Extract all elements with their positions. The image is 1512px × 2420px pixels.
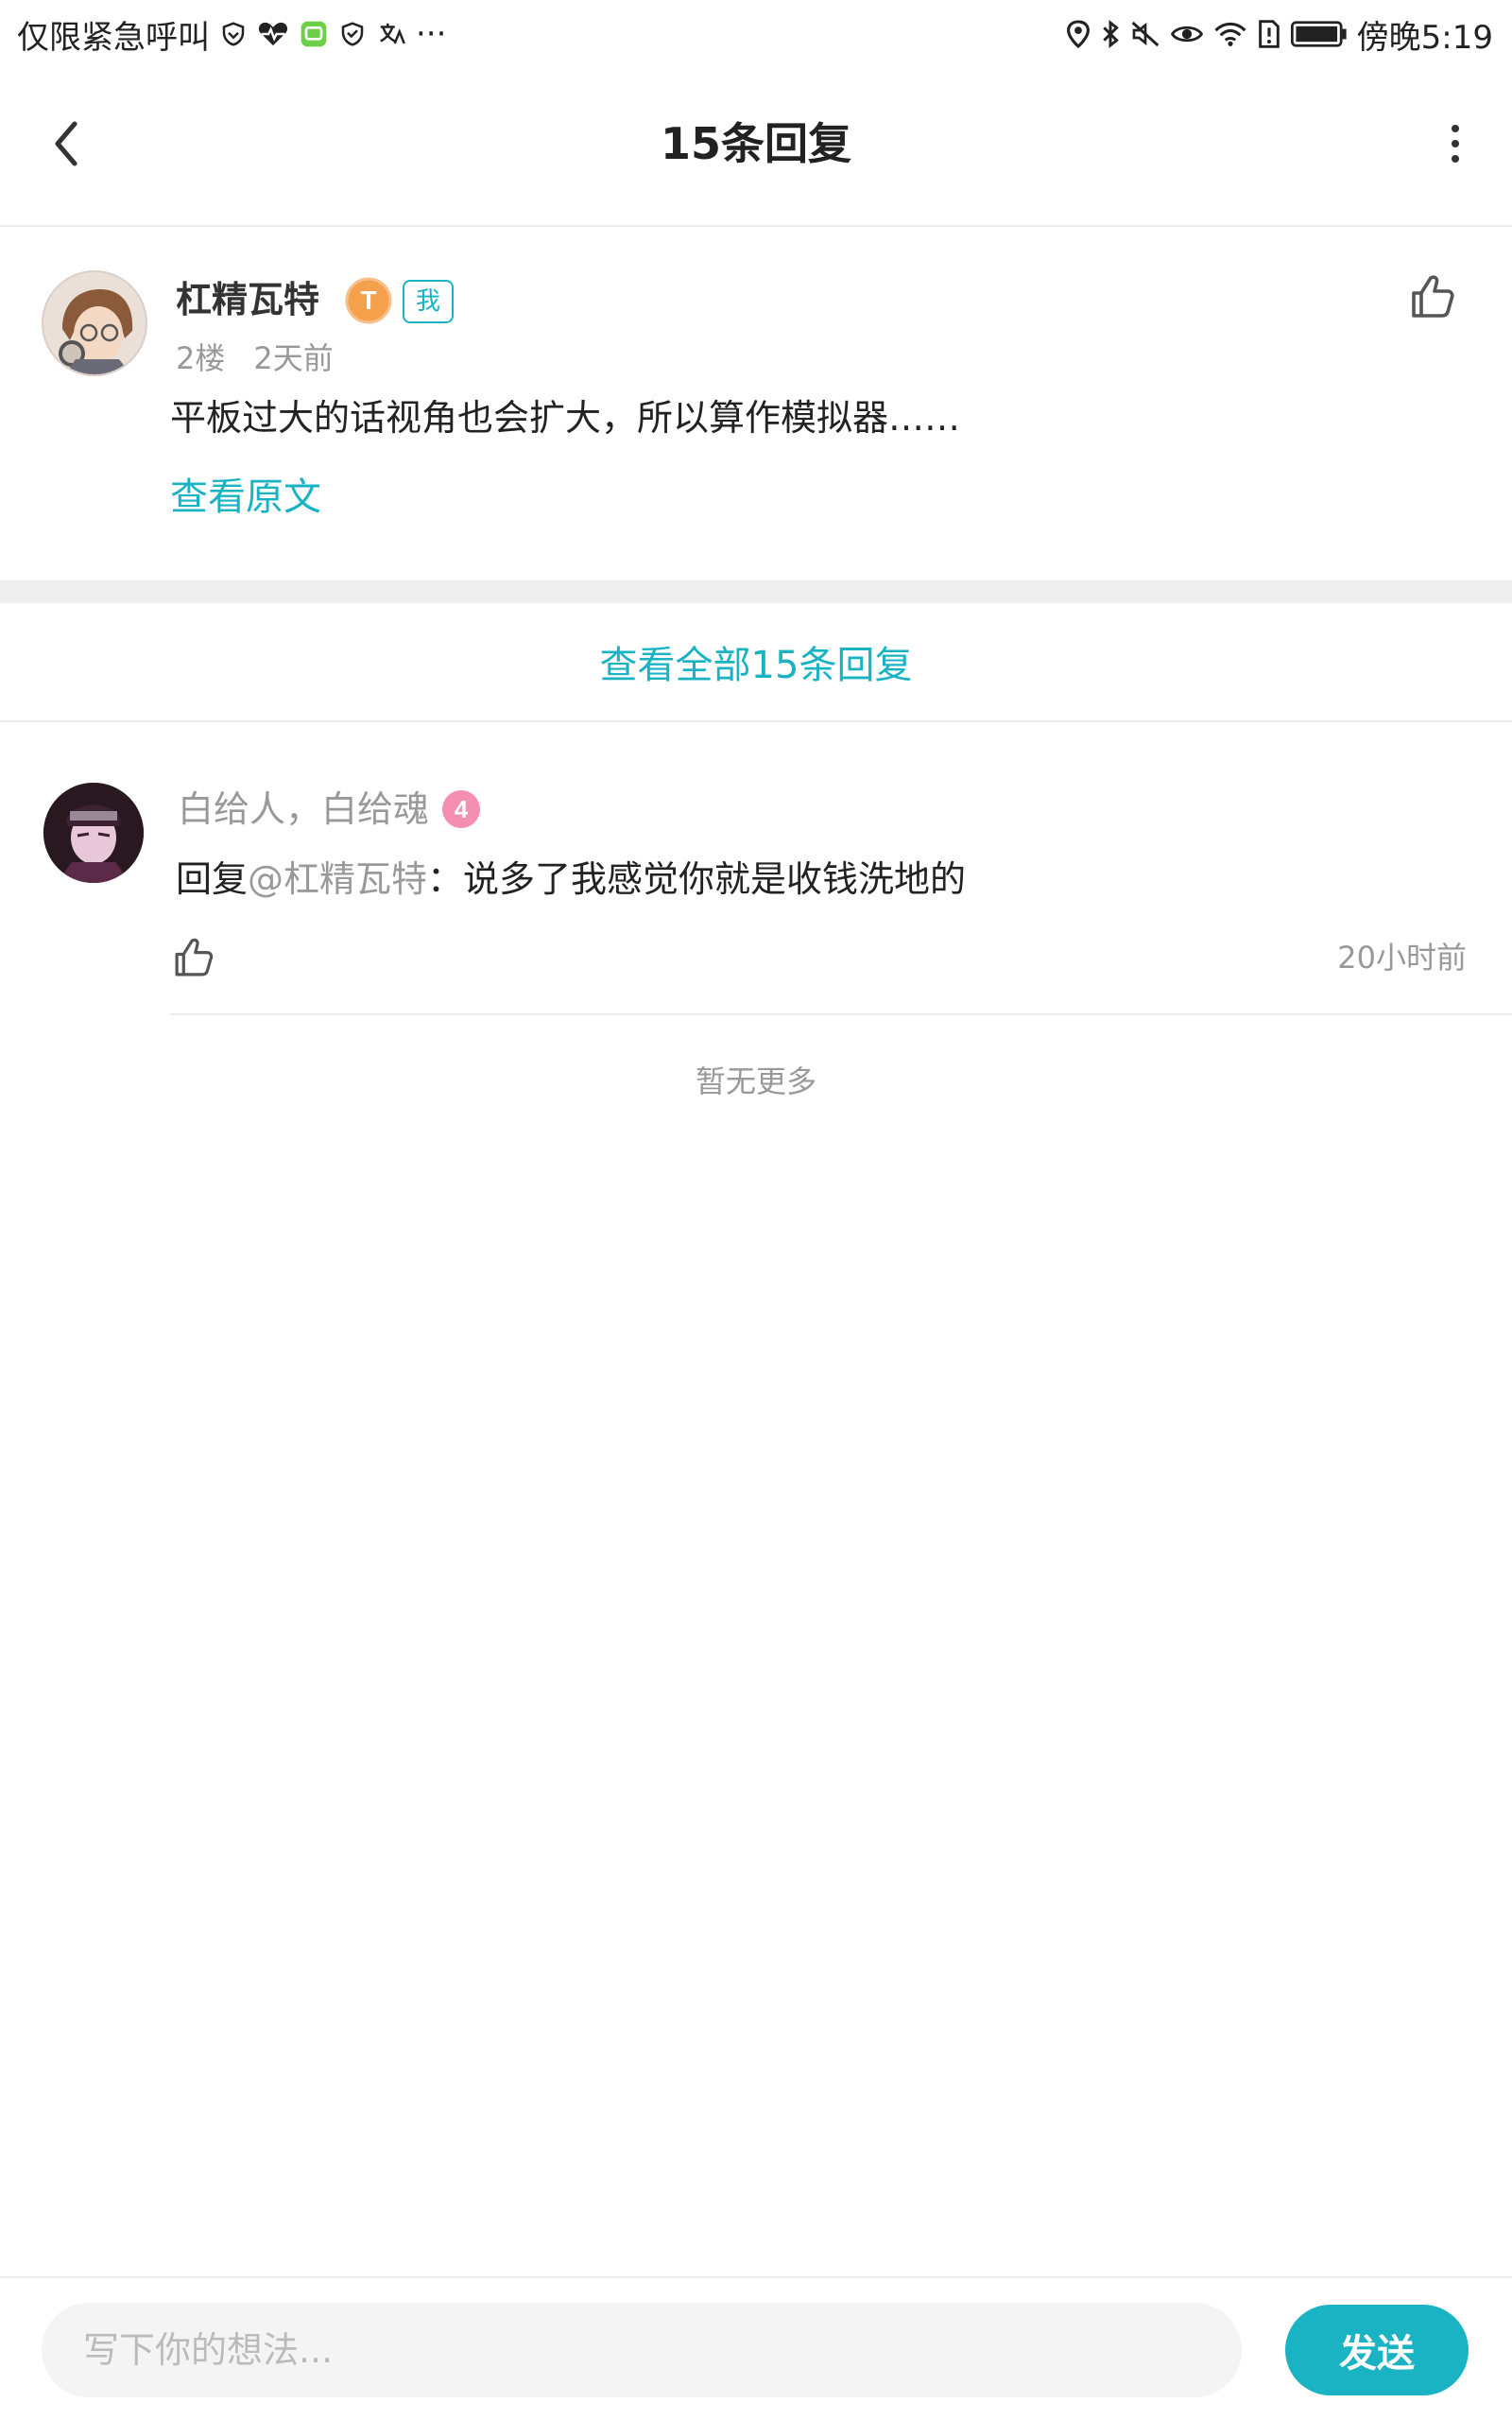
reply-author-name[interactable]: 白给人，白给魂 — [178, 783, 429, 836]
reply-item: 白给人，白给魂 4 回复@杠精瓦特：说多了我感觉你就是收钱洗地的 20小时前 — [0, 724, 1512, 1015]
nav-header: 15条回复 — [0, 68, 1512, 227]
level-badge: 4 — [440, 788, 482, 830]
battery-icon — [1290, 20, 1348, 48]
overflow-indicator: ··· — [416, 15, 447, 53]
svg-text:T: T — [360, 285, 376, 315]
no-more-text: 暂无更多 — [695, 1063, 816, 1099]
level-badge: T — [344, 276, 393, 325]
reply-author-row: 白给人，白给魂 4 — [178, 783, 482, 836]
shield-icon — [219, 20, 248, 48]
reply-time: 20小时前 — [1337, 940, 1467, 976]
comment-input-bar: 发送 — [0, 2276, 1512, 2420]
comment-time: 2天前 — [253, 340, 334, 376]
translate-icon — [376, 20, 406, 48]
comment-input[interactable] — [42, 2303, 1242, 2397]
avatar[interactable] — [42, 270, 147, 376]
divider — [170, 1013, 1512, 1015]
sim-alert-icon — [1257, 19, 1281, 49]
avatar[interactable] — [43, 783, 144, 883]
send-button[interactable]: 发送 — [1285, 2305, 1469, 2395]
me-badge: 我 — [403, 280, 455, 323]
status-bar: 仅限紧急呼叫 ··· 傍晚5:19 — [0, 0, 1512, 68]
more-options-button[interactable] — [1436, 115, 1474, 172]
view-all-replies-link[interactable]: 查看全部15条回复 — [0, 603, 1512, 722]
reply-body: 说多了我感觉你就是收钱洗地的 — [463, 858, 967, 900]
mute-icon — [1130, 19, 1160, 49]
floor-number: 2楼 — [176, 340, 226, 376]
heart-rate-icon — [257, 20, 289, 48]
status-bar-right: 傍晚5:19 — [1066, 11, 1493, 58]
avatar-image — [43, 783, 144, 883]
carrier-text: 仅限紧急呼叫 — [17, 18, 210, 57]
app-notification-icon — [299, 19, 329, 49]
reply-prefix: 回复 — [176, 858, 249, 900]
like-button[interactable] — [1406, 270, 1459, 323]
thumbs-up-icon — [1412, 275, 1454, 318]
comment-meta: 2楼 2天前 — [176, 337, 334, 380]
comment-text: 平板过大的话视角也会扩大，所以算作模拟器…… — [170, 397, 961, 439]
like-button[interactable] — [170, 934, 217, 981]
view-original-link[interactable]: 查看原文 — [170, 469, 321, 526]
svg-text:4: 4 — [455, 795, 469, 823]
mention-link[interactable]: @杠精瓦特 — [248, 858, 427, 900]
reply-text: 回复@杠精瓦特：说多了我感觉你就是收钱洗地的 — [176, 851, 966, 908]
bluetooth-icon — [1100, 19, 1121, 49]
page-title: 15条回复 — [660, 118, 851, 169]
shield-icon — [338, 20, 367, 48]
status-bar-left: 仅限紧急呼叫 ··· — [17, 11, 446, 58]
section-divider — [0, 580, 1512, 603]
reply-separator: ： — [427, 858, 464, 900]
thumbs-up-icon — [175, 938, 214, 977]
location-icon — [1066, 19, 1091, 49]
avatar-image — [43, 272, 146, 374]
more-vertical-icon — [1452, 125, 1459, 132]
wifi-icon — [1213, 20, 1247, 48]
status-time: 傍晚5:19 — [1356, 18, 1493, 57]
main-comment: 杠精瓦特 T 我 2楼 2天前 平板过大的话视角也会扩大，所以算作模拟器…… 查… — [0, 227, 1512, 580]
author-name[interactable]: 杠精瓦特 — [176, 274, 319, 325]
eye-icon — [1170, 20, 1204, 48]
